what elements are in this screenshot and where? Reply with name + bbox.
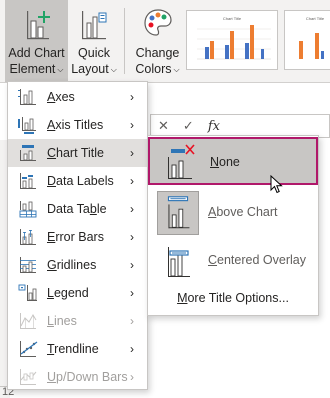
quick-layout-label-2: Layout ⌵ bbox=[71, 62, 117, 76]
menu-item-label: Up/Down Bars bbox=[47, 370, 128, 384]
chevron-right-icon: › bbox=[130, 174, 134, 188]
axes-icon bbox=[18, 89, 36, 105]
add-chart-element-label-2: Element ⌵ bbox=[9, 62, 64, 76]
ribbon-separator bbox=[124, 8, 125, 74]
error-bars-icon bbox=[20, 229, 36, 245]
data-table-icon bbox=[19, 201, 37, 218]
enter-icon[interactable]: ✓ bbox=[183, 118, 194, 134]
chevron-right-icon: › bbox=[130, 258, 134, 272]
more-title-options-link[interactable]: More Title Options... bbox=[148, 291, 318, 305]
menu-item-axis-titles[interactable]: Axis Titles › bbox=[8, 111, 147, 139]
chart-title-above-icon bbox=[157, 191, 199, 235]
lines-icon bbox=[20, 313, 37, 329]
add-chart-element-menu: Axes › Axis Titles › Chart Title › Data … bbox=[7, 81, 148, 390]
chart-title-centered-overlay-icon bbox=[168, 247, 190, 277]
up-down-bars-icon bbox=[20, 369, 37, 385]
chevron-right-icon: › bbox=[130, 118, 134, 132]
submenu-item-label: Above Chart bbox=[208, 205, 278, 219]
chart-style-preview-2: Chart Title bbox=[299, 16, 325, 59]
submenu-item-none[interactable]: None bbox=[148, 137, 318, 185]
menu-item-label: Legend bbox=[47, 286, 89, 300]
quick-layout-icon bbox=[82, 11, 107, 40]
menu-item-gridlines[interactable]: Gridlines › bbox=[8, 251, 147, 279]
data-labels-icon bbox=[20, 173, 36, 189]
menu-item-legend[interactable]: Legend › bbox=[8, 279, 147, 307]
menu-item-label: Data Labels bbox=[47, 174, 114, 188]
chevron-right-icon: › bbox=[130, 286, 134, 300]
chart-styles-gallery: Chart Title Chart Title bbox=[186, 10, 330, 70]
gridlines-icon bbox=[20, 257, 36, 273]
chevron-right-icon: › bbox=[130, 202, 134, 216]
menu-item-data-labels[interactable]: Data Labels › bbox=[8, 167, 147, 195]
menu-item-data-table[interactable]: Data Table › bbox=[8, 195, 147, 223]
chart-style-thumbnail-1[interactable]: Chart Title bbox=[186, 10, 278, 70]
menu-item-label: Gridlines bbox=[47, 258, 97, 272]
chevron-right-icon: › bbox=[130, 370, 134, 384]
add-chart-element-icon bbox=[26, 11, 50, 40]
chevron-right-icon: › bbox=[130, 90, 134, 104]
submenu-item-above-chart[interactable]: Above Chart bbox=[148, 189, 318, 237]
menu-item-label: Error Bars bbox=[47, 230, 104, 244]
palette-icon bbox=[143, 9, 172, 36]
menu-item-up-down-bars: Up/Down Bars › bbox=[8, 363, 147, 391]
chevron-right-icon: › bbox=[130, 342, 134, 356]
menu-item-label: Lines bbox=[47, 314, 77, 328]
change-colors-label-1: Change bbox=[135, 46, 180, 60]
insert-function-button[interactable]: fx bbox=[208, 119, 220, 134]
add-chart-element-button[interactable]: Add Chart Element ⌵ bbox=[5, 0, 68, 82]
chart-title-none-icon bbox=[168, 144, 195, 179]
change-colors-label-2: Colors ⌵ bbox=[135, 62, 180, 76]
submenu-item-label: Centered Overlay bbox=[208, 253, 306, 267]
chevron-down-icon: ⌵ bbox=[57, 65, 64, 74]
chevron-down-icon: ⌵ bbox=[110, 65, 117, 74]
submenu-item-label: None bbox=[210, 155, 240, 169]
chart-title-icon bbox=[20, 145, 36, 161]
legend-icon bbox=[18, 284, 37, 301]
trendline-icon bbox=[20, 341, 38, 357]
menu-item-trendline[interactable]: Trendline › bbox=[8, 335, 147, 363]
menu-item-label: Data Table bbox=[47, 202, 107, 216]
menu-item-label: Trendline bbox=[47, 342, 99, 356]
menu-item-lines: Lines › bbox=[8, 307, 147, 335]
axis-titles-icon bbox=[18, 117, 36, 134]
chart-title-submenu: None Above Chart Centered Overlay More T… bbox=[147, 135, 319, 316]
menu-item-label: Axes bbox=[47, 90, 75, 104]
mouse-cursor-icon bbox=[270, 175, 283, 194]
add-chart-element-label-1: Add Chart bbox=[8, 46, 65, 60]
quick-layout-button[interactable]: Quick Layout ⌵ bbox=[68, 0, 120, 82]
chart-style-title: Chart Title bbox=[223, 16, 242, 21]
chevron-right-icon: › bbox=[130, 146, 134, 160]
chevron-right-icon: › bbox=[130, 230, 134, 244]
menu-item-label: Axis Titles bbox=[47, 118, 104, 132]
menu-item-label: Chart Title bbox=[47, 146, 104, 160]
menu-item-axes[interactable]: Axes › bbox=[8, 83, 147, 111]
chevron-down-icon: ⌵ bbox=[173, 65, 180, 74]
menu-item-chart-title[interactable]: Chart Title › bbox=[8, 139, 147, 167]
cancel-icon[interactable]: ✕ bbox=[158, 118, 169, 134]
quick-layout-label-1: Quick bbox=[78, 46, 110, 60]
chart-style-preview-1: Chart Title bbox=[197, 16, 271, 60]
chart-style-title: Chart Title bbox=[306, 16, 325, 21]
ribbon: Add Chart Element ⌵ Quick Layout ⌵ Change … bbox=[0, 0, 330, 82]
menu-item-error-bars[interactable]: Error Bars › bbox=[8, 223, 147, 251]
chevron-right-icon: › bbox=[130, 314, 134, 328]
submenu-item-centered-overlay[interactable]: Centered Overlay bbox=[148, 237, 318, 285]
chart-style-thumbnail-2[interactable]: Chart Title bbox=[284, 10, 330, 70]
change-colors-button[interactable]: Change Colors ⌵ bbox=[130, 0, 185, 82]
